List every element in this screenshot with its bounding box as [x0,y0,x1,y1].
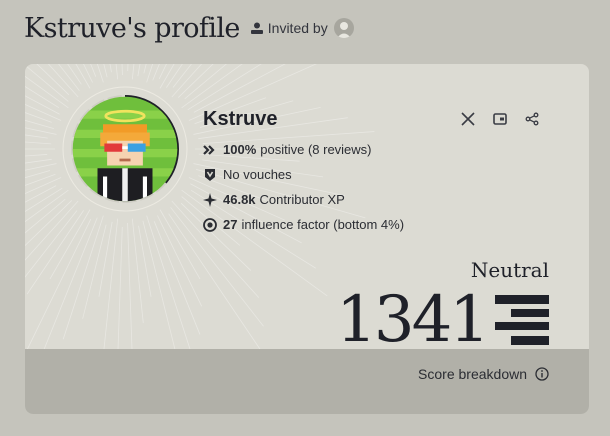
share-button[interactable] [524,111,540,127]
score-display: 1341 [336,283,549,357]
vouch-shield-icon [205,168,215,181]
influence-value: 27 [223,217,238,232]
avatar-with-progress [60,84,190,214]
influence-ring-icon [203,217,217,232]
user-icon [336,22,351,38]
profile-name: Kstruve [203,108,278,130]
profile-actions [460,111,540,127]
profile-header: Kstruve's profile Invited by [24,10,354,46]
score-breakdown-label: Score breakdown [418,366,527,382]
xp-stat: 46.8k Contributor XP [203,192,345,207]
xp-text: Contributor XP [259,192,345,207]
score-level: Neutral [470,258,549,282]
inviter-avatar[interactable] [333,18,354,38]
avatar[interactable] [70,94,180,204]
vouches-text: No vouches [223,167,292,182]
xp-value: 46.8k [223,192,256,207]
reviews-percent: 100% [223,142,257,157]
vouches-stat: No vouches [203,167,292,182]
invited-by: Invited by [250,18,354,38]
x-share-button[interactable] [460,111,476,127]
reviews-stat: 100% positive (8 reviews) [203,142,372,157]
invited-by-label: Invited by [267,20,328,36]
wallet-icon [493,113,507,125]
influence-stat: 27 influence factor (bottom 4%) [203,217,404,232]
profile-card: Kstruve 100% positive (8 reviews) No vou… [25,64,589,414]
share-icon [525,112,539,126]
reviews-text: positive (8 reviews) [260,142,372,157]
info-icon [535,367,549,381]
double-chevron-icon [203,144,215,155]
score-breakdown-button[interactable]: Score breakdown [418,366,549,382]
x-logo-icon [461,112,475,126]
invite-icon [250,22,263,34]
wallet-button[interactable] [492,111,508,127]
score-bars-icon [495,295,549,345]
score-value: 1341 [336,283,490,357]
sparkle-icon [203,192,217,207]
page-title: Kstruve's profile [24,12,240,44]
influence-text: influence factor (bottom 4%) [241,217,405,232]
